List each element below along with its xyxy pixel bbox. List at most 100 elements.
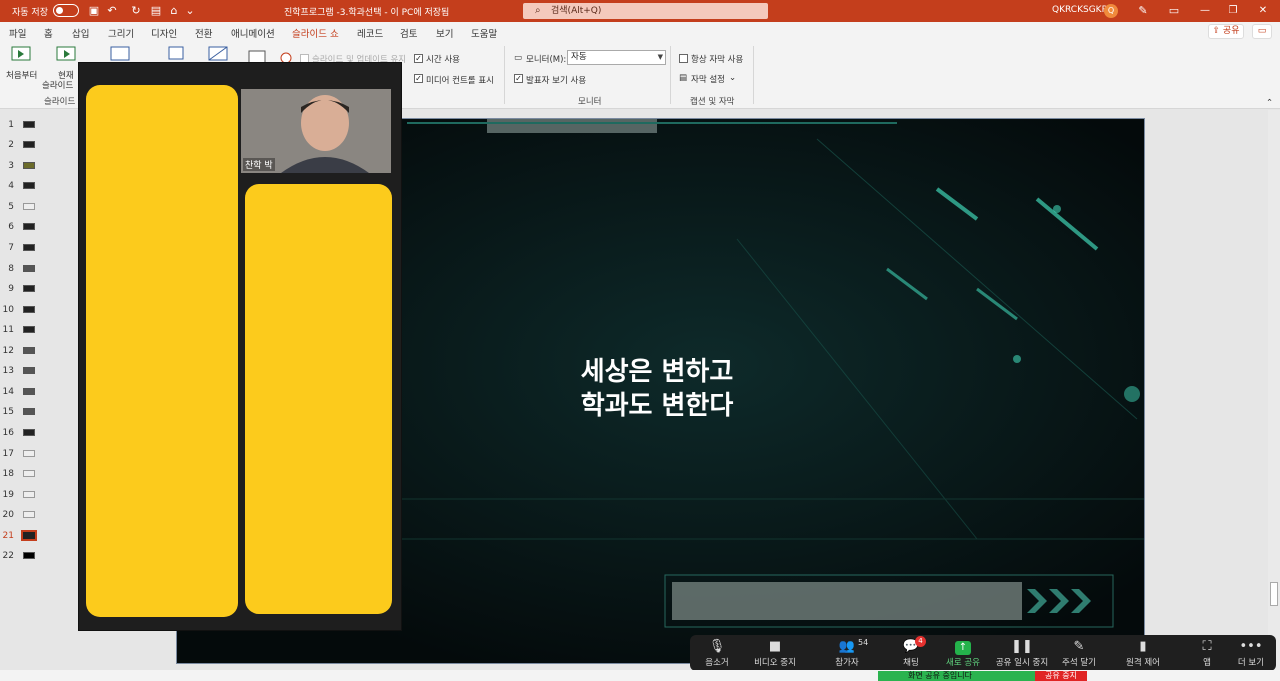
presenter-view-checkbox[interactable]: ✓: [514, 74, 523, 83]
vertical-scrollbar[interactable]: [1268, 110, 1280, 670]
slide-thumbnail[interactable]: [23, 552, 35, 559]
thumbnail-row[interactable]: 11: [0, 321, 50, 341]
menu-help[interactable]: 도움말: [471, 26, 497, 40]
annotate-button[interactable]: ✎ 주석 달기: [1054, 638, 1104, 668]
ribbon-display-icon[interactable]: ▭: [1168, 4, 1180, 17]
slide-thumbnail[interactable]: [23, 511, 35, 518]
thumbnail-row[interactable]: 3: [0, 157, 50, 177]
slide-thumbnail[interactable]: [23, 326, 35, 333]
stop-share-button[interactable]: 공유 중지: [1035, 671, 1087, 681]
stop-video-button[interactable]: ■ 비디오 중지: [750, 638, 800, 668]
slide-thumbnail[interactable]: [23, 450, 35, 457]
custom-show-icon[interactable]: [110, 46, 130, 62]
slide-thumbnail[interactable]: [23, 347, 35, 354]
use-timings-checkbox[interactable]: ✓: [414, 54, 423, 63]
slide-thumbnail[interactable]: [23, 162, 35, 169]
thumbnail-row[interactable]: 19: [0, 486, 50, 506]
maximize-button[interactable]: ❐: [1222, 3, 1244, 19]
thumbnail-row[interactable]: 5: [0, 198, 50, 218]
thumbnail-row[interactable]: 1: [0, 116, 50, 136]
menu-home[interactable]: 홈: [44, 26, 53, 40]
share-button[interactable]: ⇪ 공유: [1208, 24, 1244, 39]
close-button[interactable]: ✕: [1252, 3, 1274, 19]
menu-insert[interactable]: 삽입: [72, 26, 89, 40]
mute-button[interactable]: 🎙 음소거: [692, 638, 742, 668]
comment-icon[interactable]: ▭: [1252, 24, 1272, 39]
thumbnail-row[interactable]: 6: [0, 218, 50, 238]
pause-share-button[interactable]: ❚❚ 공유 일시 중지: [994, 638, 1050, 668]
thumbnail-row[interactable]: 16: [0, 424, 50, 444]
thumbnail-row[interactable]: 10: [0, 301, 50, 321]
customize-qat-icon[interactable]: ⌄: [184, 4, 196, 17]
thumbnail-row[interactable]: 21: [0, 527, 50, 547]
slide-thumbnail[interactable]: [23, 429, 35, 436]
thumbnail-row[interactable]: 14: [0, 383, 50, 403]
slide-thumbnail-selected[interactable]: [21, 530, 37, 541]
slide-thumbnail[interactable]: [23, 285, 35, 292]
save-icon[interactable]: ▣: [88, 4, 100, 17]
subtitle-settings-button[interactable]: 자막 설정: [691, 73, 725, 85]
redo-icon[interactable]: ↻: [130, 4, 142, 17]
autosave-toggle[interactable]: [53, 4, 79, 17]
setup-show-icon[interactable]: [168, 46, 186, 62]
touch-mode-icon[interactable]: ⌂: [168, 4, 180, 17]
thumbnail-row[interactable]: 2: [0, 136, 50, 156]
always-subtitles-checkbox[interactable]: [679, 54, 688, 63]
thumbnail-row[interactable]: 22: [0, 547, 50, 567]
minimize-button[interactable]: —: [1194, 3, 1216, 19]
thumbnail-row[interactable]: 18: [0, 465, 50, 485]
present-icon[interactable]: ▤: [150, 4, 162, 17]
video-tile[interactable]: [86, 85, 238, 617]
from-start-button[interactable]: 처음부터: [6, 69, 37, 81]
slide-thumbnail[interactable]: [23, 388, 35, 395]
menu-view[interactable]: 보기: [436, 26, 453, 40]
slide-thumbnail[interactable]: [23, 306, 35, 313]
scrollbar-thumb[interactable]: [1270, 582, 1278, 606]
thumbnail-row[interactable]: 13: [0, 362, 50, 382]
search-input[interactable]: ⌕ 검색(Alt+Q): [523, 3, 768, 19]
slide-thumbnail[interactable]: [23, 121, 35, 128]
collapse-ribbon-icon[interactable]: ⌃: [1266, 98, 1273, 108]
menu-file[interactable]: 파일: [9, 26, 26, 40]
from-current-label-2[interactable]: 슬라이드: [42, 79, 73, 91]
menu-draw[interactable]: 그리기: [108, 26, 134, 40]
avatar[interactable]: Q: [1104, 4, 1118, 18]
remote-control-button[interactable]: ▮ 원격 제어: [1118, 638, 1168, 668]
thumbnail-row[interactable]: 4: [0, 177, 50, 197]
slide-thumbnail[interactable]: [23, 491, 35, 498]
apps-button[interactable]: ⛶ 앱: [1182, 638, 1232, 668]
slide-thumbnail[interactable]: [23, 244, 35, 251]
thumbnail-row[interactable]: 15: [0, 403, 50, 423]
thumbnail-row[interactable]: 8: [0, 260, 50, 280]
thumbnail-row[interactable]: 7: [0, 239, 50, 259]
thumbnail-row[interactable]: 12: [0, 342, 50, 362]
mute-label: 음소거: [705, 658, 729, 668]
menu-design[interactable]: 디자인: [151, 26, 177, 40]
hide-slide-icon[interactable]: [208, 46, 228, 62]
monitor-dropdown[interactable]: 자동 ▼: [567, 50, 666, 65]
undo-icon[interactable]: ↶: [106, 4, 118, 17]
pen-icon[interactable]: ✎: [1137, 4, 1149, 17]
participant-video[interactable]: 찬학 박: [241, 89, 391, 173]
menu-record[interactable]: 레코드: [357, 26, 383, 40]
new-share-button[interactable]: ↑ 새로 공유: [938, 638, 988, 668]
video-tile[interactable]: [245, 184, 392, 614]
thumbnail-row[interactable]: 17: [0, 445, 50, 465]
chat-button[interactable]: 💬 4 채팅: [886, 636, 936, 668]
more-button[interactable]: ••• 더 보기: [1226, 638, 1276, 668]
menu-animations[interactable]: 애니메이션: [231, 26, 275, 40]
thumbnail-row[interactable]: 20: [0, 506, 50, 526]
slide-thumbnail[interactable]: [23, 223, 35, 230]
slide-thumbnail[interactable]: [23, 470, 35, 477]
slide-thumbnail[interactable]: [23, 367, 35, 374]
slide-thumbnail[interactable]: [23, 182, 35, 189]
slide-thumbnail[interactable]: [23, 408, 35, 415]
slide-thumbnail[interactable]: [23, 265, 35, 272]
menu-review[interactable]: 검토: [400, 26, 417, 40]
menu-transitions[interactable]: 전환: [195, 26, 212, 40]
media-controls-checkbox[interactable]: ✓: [414, 74, 423, 83]
thumbnail-row[interactable]: 9: [0, 280, 50, 300]
user-name[interactable]: QKRCKSGKR: [1052, 5, 1108, 15]
slide-thumbnail[interactable]: [23, 203, 35, 210]
slide-thumbnail[interactable]: [23, 141, 35, 148]
